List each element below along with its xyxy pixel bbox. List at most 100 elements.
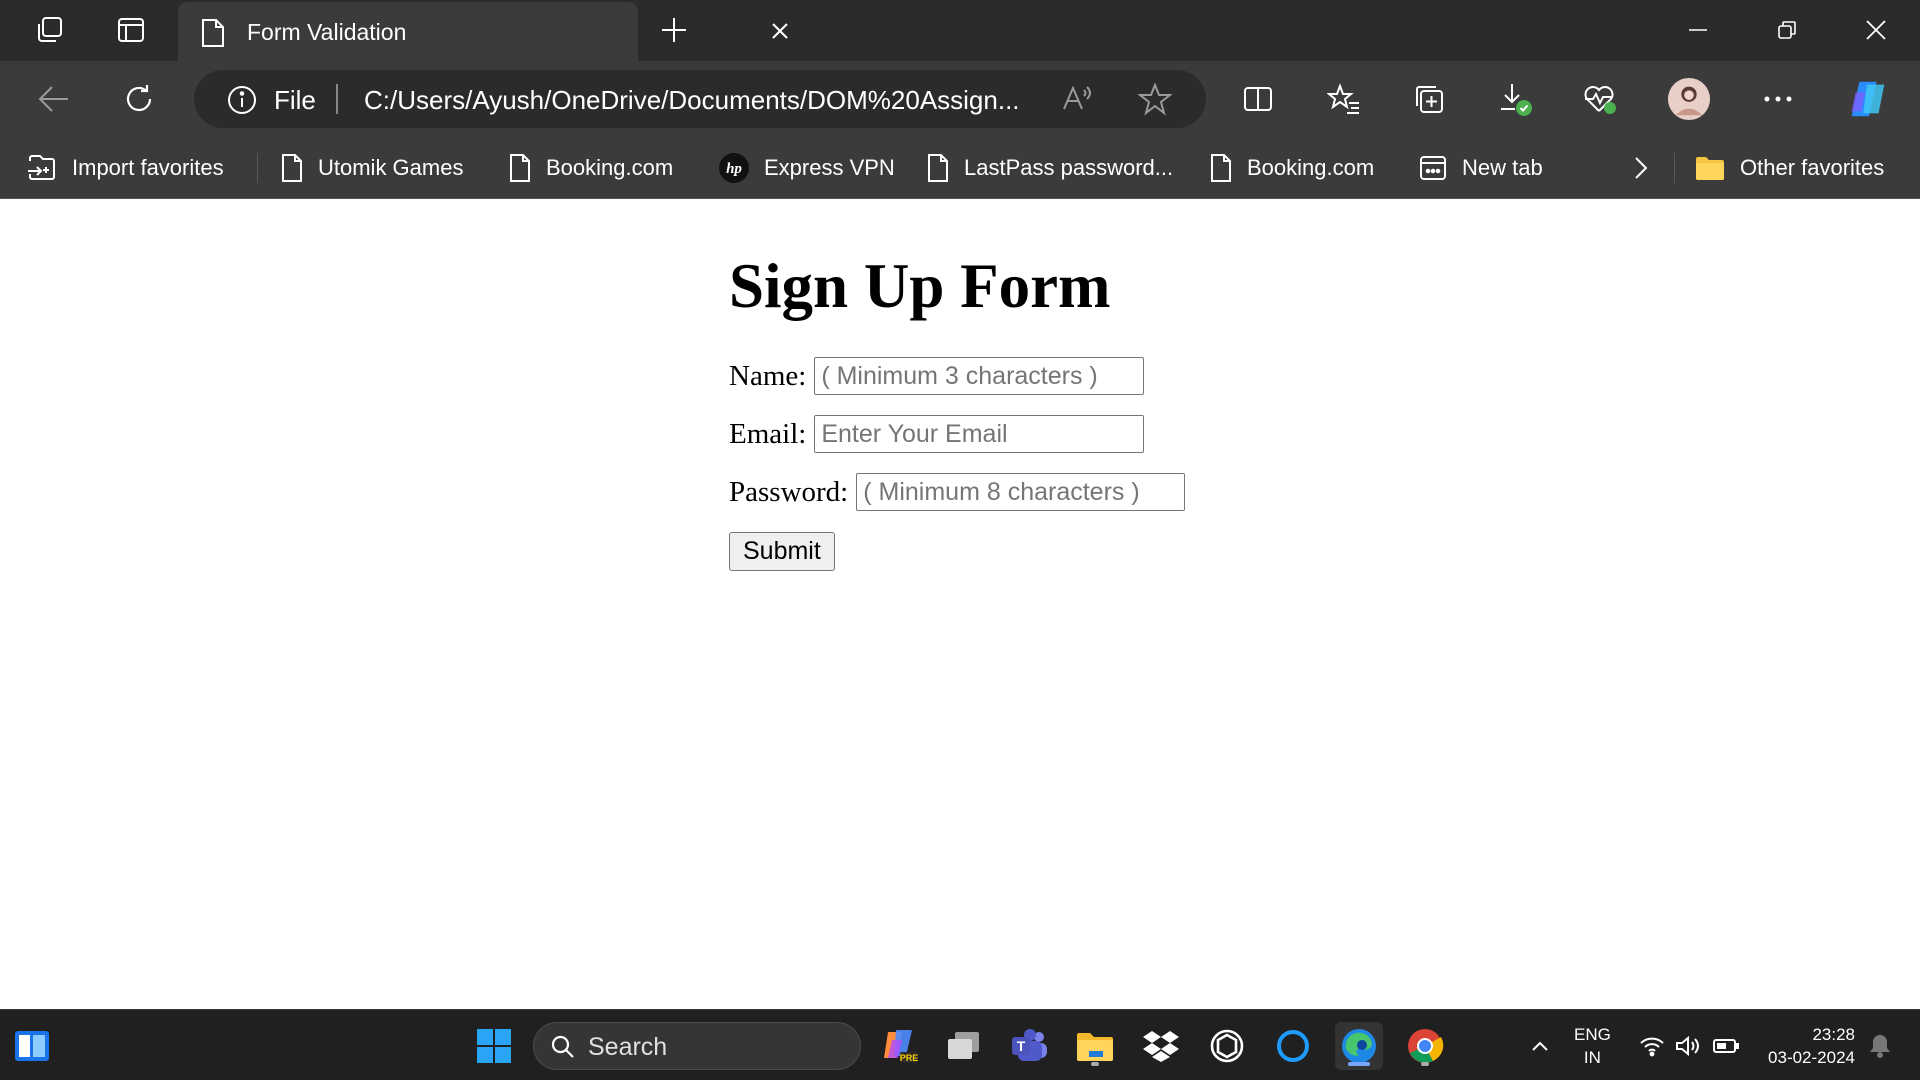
- favorite-utomik[interactable]: Utomik Games: [280, 149, 463, 187]
- search-placeholder: Search: [588, 1033, 668, 1061]
- chrome-icon[interactable]: [1401, 1022, 1449, 1070]
- favorite-express-vpn[interactable]: hp Express VPN: [718, 149, 895, 187]
- newtab-icon: [1420, 156, 1446, 180]
- teams-icon[interactable]: T: [1006, 1022, 1054, 1070]
- svg-text:PRE: PRE: [900, 1053, 919, 1063]
- favorite-label: Express VPN: [764, 155, 895, 180]
- signup-form: Sign Up Form Name: Email: Password: Subm…: [729, 251, 1186, 571]
- widgets-icon[interactable]: [8, 1022, 56, 1070]
- other-favorites-label: Other favorites: [1740, 155, 1885, 180]
- favorite-star-icon[interactable]: [1137, 82, 1173, 121]
- taskbar-search[interactable]: Search: [533, 1022, 861, 1070]
- favorite-new-tab[interactable]: New tab: [1418, 149, 1543, 187]
- favorite-booking[interactable]: Booking.com: [508, 149, 673, 187]
- favorite-label: Import favorites: [72, 155, 224, 180]
- password-row: Password:: [729, 472, 1186, 512]
- address-bar[interactable]: File C:/Users/Ayush/OneDrive/Documents/D…: [194, 70, 1206, 128]
- address-separator: [336, 84, 338, 114]
- edge-icon[interactable]: [1335, 1022, 1383, 1070]
- address-url[interactable]: C:/Users/Ayush/OneDrive/Documents/DOM%20…: [364, 85, 1020, 116]
- favorite-label: New tab: [1462, 155, 1543, 180]
- taskbar: Search PRE T ENG IN 23:28 03-02-2024: [0, 1009, 1920, 1080]
- back-icon[interactable]: [32, 77, 76, 121]
- email-input[interactable]: [814, 415, 1145, 453]
- system-clock[interactable]: 23:28 03-02-2024: [1755, 1023, 1855, 1069]
- favorites-icon[interactable]: [1322, 77, 1366, 121]
- name-label: Name:: [729, 359, 807, 392]
- running-indicator: [1091, 1062, 1099, 1066]
- page-icon: [928, 154, 948, 182]
- read-aloud-icon[interactable]: [1060, 82, 1094, 121]
- favorite-booking-2[interactable]: Booking.com: [1209, 149, 1374, 187]
- favorite-import[interactable]: Import favorites: [26, 149, 224, 187]
- search-icon: [550, 1034, 576, 1065]
- active-indicator: [1348, 1062, 1370, 1066]
- cortana-icon[interactable]: [1269, 1022, 1317, 1070]
- hp-icon: hp: [719, 153, 749, 183]
- more-options-icon[interactable]: [1756, 77, 1800, 121]
- page-content: Sign Up Form Name: Email: Password: Subm…: [0, 199, 1920, 1009]
- notification-bell-icon[interactable]: [1856, 1022, 1904, 1070]
- navigation-bar: File C:/Users/Ayush/OneDrive/Documents/D…: [0, 61, 1920, 137]
- clock-date: 03-02-2024: [1768, 1048, 1855, 1067]
- dropbox-icon[interactable]: [1137, 1022, 1185, 1070]
- favorites-divider: [257, 153, 258, 183]
- page-icon: [1211, 154, 1231, 182]
- email-row: Email:: [729, 414, 1185, 454]
- name-input[interactable]: [814, 357, 1145, 395]
- copilot-taskbar-icon[interactable]: PRE: [876, 1022, 924, 1070]
- copilot-icon[interactable]: [1846, 77, 1890, 121]
- tab-title: Form Validation: [247, 19, 407, 45]
- workspaces-icon[interactable]: [28, 10, 72, 50]
- profile-avatar[interactable]: [1667, 77, 1711, 121]
- email-label: Email:: [729, 417, 807, 450]
- info-icon[interactable]: [226, 84, 258, 121]
- password-input[interactable]: [856, 473, 1186, 511]
- restore-button[interactable]: [1757, 10, 1817, 50]
- downloads-icon[interactable]: [1493, 77, 1537, 121]
- region-code: IN: [1583, 1048, 1601, 1067]
- chatgpt-icon[interactable]: [1203, 1022, 1251, 1070]
- close-tab-icon[interactable]: [769, 20, 791, 47]
- browser-essentials-icon[interactable]: [1578, 77, 1622, 121]
- folder-icon: [1696, 157, 1724, 180]
- file-explorer-icon[interactable]: [1071, 1022, 1119, 1070]
- favorite-label: Booking.com: [546, 155, 674, 180]
- task-view-icon[interactable]: [940, 1022, 988, 1070]
- tab-bar: Form Validation: [0, 0, 1920, 61]
- page-icon: [282, 154, 302, 182]
- language-indicator[interactable]: ENG IN: [1574, 1023, 1611, 1069]
- split-screen-icon[interactable]: [1236, 77, 1280, 121]
- page-title: Sign Up Form: [729, 251, 1111, 321]
- name-row: Name:: [729, 356, 1185, 396]
- running-indicator: [1421, 1062, 1429, 1066]
- browser-chrome: Form Validation File C:/Users/Ayush/OneD…: [0, 0, 1920, 199]
- svg-text:T: T: [1017, 1038, 1026, 1054]
- page-icon: [510, 154, 530, 182]
- tab-actions-icon[interactable]: [109, 10, 153, 50]
- favorite-label: Utomik Games: [318, 155, 464, 180]
- favorite-label: Booking.com: [1247, 155, 1375, 180]
- close-window-button[interactable]: [1846, 10, 1906, 50]
- collections-icon[interactable]: [1407, 77, 1451, 121]
- svg-text:hp: hp: [726, 161, 742, 177]
- page-icon: [200, 18, 226, 53]
- favorite-lastpass[interactable]: LastPass password...: [926, 149, 1173, 187]
- clock-time: 23:28: [1812, 1025, 1855, 1044]
- chevron-up-icon[interactable]: [1516, 1022, 1564, 1070]
- submit-button[interactable]: Submit: [729, 532, 835, 571]
- other-favorites-folder[interactable]: Other favorites: [1694, 149, 1884, 187]
- new-tab-button[interactable]: [652, 10, 696, 50]
- import-icon: [28, 155, 55, 180]
- refresh-icon[interactable]: [117, 77, 161, 121]
- password-label: Password:: [729, 475, 849, 508]
- minimize-button[interactable]: [1668, 10, 1728, 50]
- start-icon[interactable]: [470, 1022, 518, 1070]
- battery-icon[interactable]: [1702, 1022, 1750, 1070]
- chevron-right-icon[interactable]: [1632, 149, 1664, 187]
- favorites-divider: [1674, 153, 1675, 183]
- address-protocol: File: [274, 85, 316, 115]
- tab-form-validation[interactable]: Form Validation: [178, 2, 788, 61]
- favorites-bar: Import favorites Utomik Games Booking.co…: [0, 137, 1920, 199]
- favorite-label: LastPass password...: [964, 155, 1174, 180]
